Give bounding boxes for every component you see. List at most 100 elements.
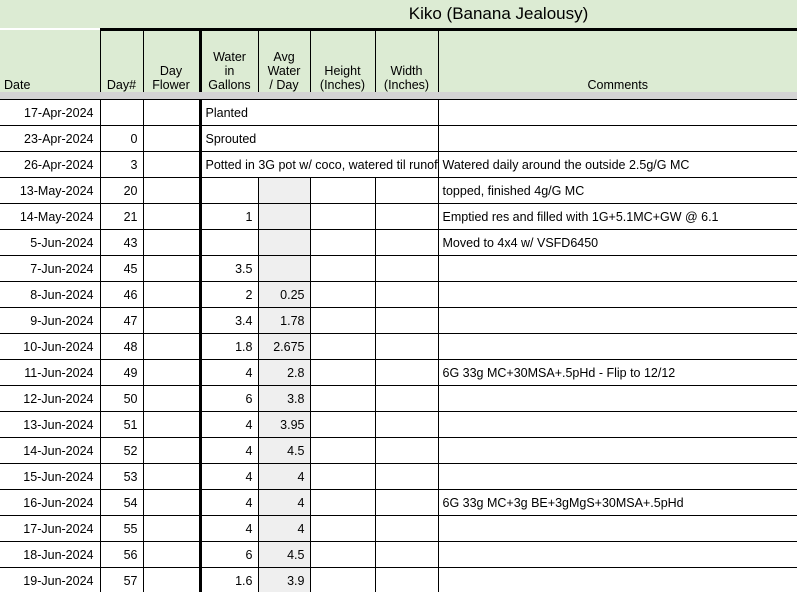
cell-height-inches[interactable]	[309, 385, 376, 412]
cell-water-gallons-overflow-note[interactable]: Potted in 3G pot w/ coco, watered til ru…	[198, 151, 439, 178]
cell-avg-water-per-day[interactable]	[257, 177, 311, 204]
cell-water-gallons[interactable]: 6	[198, 541, 259, 568]
cell-avg-water-per-day[interactable]: 3.9	[257, 567, 311, 592]
column-header-width-inches[interactable]: Width (Inches)	[374, 28, 439, 92]
cell-date[interactable]: 5-Jun-2024	[0, 229, 101, 256]
cell-comment[interactable]: 6G 33g MC+30MSA+.5pHd - Flip to 12/12	[437, 359, 797, 386]
cell-height-inches[interactable]	[309, 437, 376, 464]
cell-day-flower[interactable]	[142, 333, 201, 360]
cell-date[interactable]: 8-Jun-2024	[0, 281, 101, 308]
cell-day-flower[interactable]	[142, 541, 201, 568]
cell-day-flower[interactable]	[142, 255, 201, 282]
cell-water-gallons-overflow-note[interactable]: Sprouted	[198, 125, 439, 152]
cell-width-inches[interactable]	[374, 489, 439, 516]
cell-day-number[interactable]: 57	[99, 567, 144, 592]
cell-avg-water-per-day[interactable]: 4	[257, 489, 311, 516]
cell-height-inches[interactable]	[309, 489, 376, 516]
cell-day-number[interactable]: 55	[99, 515, 144, 542]
cell-avg-water-per-day[interactable]: 3.95	[257, 411, 311, 438]
cell-water-gallons[interactable]	[198, 177, 259, 204]
cell-avg-water-per-day[interactable]: 4	[257, 463, 311, 490]
cell-width-inches[interactable]	[374, 281, 439, 308]
cell-water-gallons[interactable]: 3.4	[198, 307, 259, 334]
cell-width-inches[interactable]	[374, 437, 439, 464]
cell-day-number[interactable]: 54	[99, 489, 144, 516]
cell-day-number[interactable]: 43	[99, 229, 144, 256]
cell-avg-water-per-day[interactable]: 2.8	[257, 359, 311, 386]
cell-date[interactable]: 26-Apr-2024	[0, 151, 101, 178]
cell-water-gallons[interactable]	[198, 229, 259, 256]
cell-day-flower[interactable]	[142, 281, 201, 308]
cell-comment[interactable]: Moved to 4x4 w/ VSFD6450	[437, 229, 797, 256]
cell-date[interactable]: 19-Jun-2024	[0, 567, 101, 592]
cell-comment[interactable]	[437, 437, 797, 464]
cell-water-gallons[interactable]: 4	[198, 359, 259, 386]
cell-width-inches[interactable]	[374, 255, 439, 282]
cell-date[interactable]: 18-Jun-2024	[0, 541, 101, 568]
cell-width-inches[interactable]	[374, 463, 439, 490]
cell-avg-water-per-day[interactable]: 0.25	[257, 281, 311, 308]
cell-avg-water-per-day[interactable]	[257, 229, 311, 256]
column-header-height-inches[interactable]: Height (Inches)	[309, 28, 376, 92]
cell-day-number[interactable]: 46	[99, 281, 144, 308]
cell-date[interactable]: 17-Jun-2024	[0, 515, 101, 542]
column-header-date[interactable]: Date	[0, 29, 101, 92]
cell-height-inches[interactable]	[309, 281, 376, 308]
cell-date[interactable]: 10-Jun-2024	[0, 333, 101, 360]
cell-width-inches[interactable]	[374, 177, 439, 204]
cell-avg-water-per-day[interactable]: 4	[257, 515, 311, 542]
cell-day-flower[interactable]	[142, 437, 201, 464]
cell-comment[interactable]: 6G 33g MC+3g BE+3gMgS+30MSA+.5pHd	[437, 489, 797, 516]
cell-day-flower[interactable]	[142, 359, 201, 386]
cell-day-number[interactable]: 56	[99, 541, 144, 568]
cell-comment[interactable]	[437, 515, 797, 542]
cell-comment[interactable]	[437, 567, 797, 592]
cell-day-flower[interactable]	[142, 229, 201, 256]
cell-avg-water-per-day[interactable]: 1.78	[257, 307, 311, 334]
cell-day-flower[interactable]	[142, 177, 201, 204]
cell-day-flower[interactable]	[142, 99, 201, 126]
cell-day-number[interactable]: 20	[99, 177, 144, 204]
cell-comment[interactable]: Emptied res and filled with 1G+5.1MC+GW …	[437, 203, 797, 230]
cell-date[interactable]: 23-Apr-2024	[0, 125, 101, 152]
cell-width-inches[interactable]	[374, 567, 439, 592]
cell-width-inches[interactable]	[374, 385, 439, 412]
cell-day-flower[interactable]	[142, 463, 201, 490]
cell-day-flower[interactable]	[142, 489, 201, 516]
cell-day-flower[interactable]	[142, 385, 201, 412]
cell-water-gallons[interactable]: 4	[198, 437, 259, 464]
cell-water-gallons[interactable]: 4	[198, 489, 259, 516]
cell-date[interactable]: 13-Jun-2024	[0, 411, 101, 438]
cell-date[interactable]: 15-Jun-2024	[0, 463, 101, 490]
column-header-comments[interactable]: Comments	[437, 28, 797, 92]
cell-comment[interactable]	[437, 125, 797, 152]
cell-comment[interactable]	[437, 307, 797, 334]
column-header-water-gallons[interactable]: Water in Gallons	[198, 28, 259, 92]
cell-day-number[interactable]: 0	[99, 125, 144, 152]
cell-day-flower[interactable]	[142, 411, 201, 438]
cell-date[interactable]: 14-May-2024	[0, 203, 101, 230]
cell-date[interactable]: 14-Jun-2024	[0, 437, 101, 464]
cell-avg-water-per-day[interactable]	[257, 255, 311, 282]
cell-date[interactable]: 11-Jun-2024	[0, 359, 101, 386]
cell-date[interactable]: 13-May-2024	[0, 177, 101, 204]
cell-width-inches[interactable]	[374, 411, 439, 438]
cell-date[interactable]: 7-Jun-2024	[0, 255, 101, 282]
cell-width-inches[interactable]	[374, 307, 439, 334]
cell-height-inches[interactable]	[309, 203, 376, 230]
cell-water-gallons[interactable]: 4	[198, 515, 259, 542]
cell-date[interactable]: 17-Apr-2024	[0, 99, 101, 126]
column-header-day-number[interactable]: Day#	[99, 28, 144, 92]
cell-comment[interactable]	[437, 385, 797, 412]
column-header-day-flower[interactable]: Day Flower	[142, 28, 201, 92]
cell-avg-water-per-day[interactable]: 4.5	[257, 437, 311, 464]
cell-width-inches[interactable]	[374, 515, 439, 542]
cell-water-gallons[interactable]: 1.8	[198, 333, 259, 360]
cell-height-inches[interactable]	[309, 229, 376, 256]
cell-day-number[interactable]: 53	[99, 463, 144, 490]
cell-comment[interactable]: topped, finished 4g/G MC	[437, 177, 797, 204]
cell-width-inches[interactable]	[374, 203, 439, 230]
cell-comment[interactable]	[437, 333, 797, 360]
cell-height-inches[interactable]	[309, 463, 376, 490]
cell-avg-water-per-day[interactable]	[257, 203, 311, 230]
